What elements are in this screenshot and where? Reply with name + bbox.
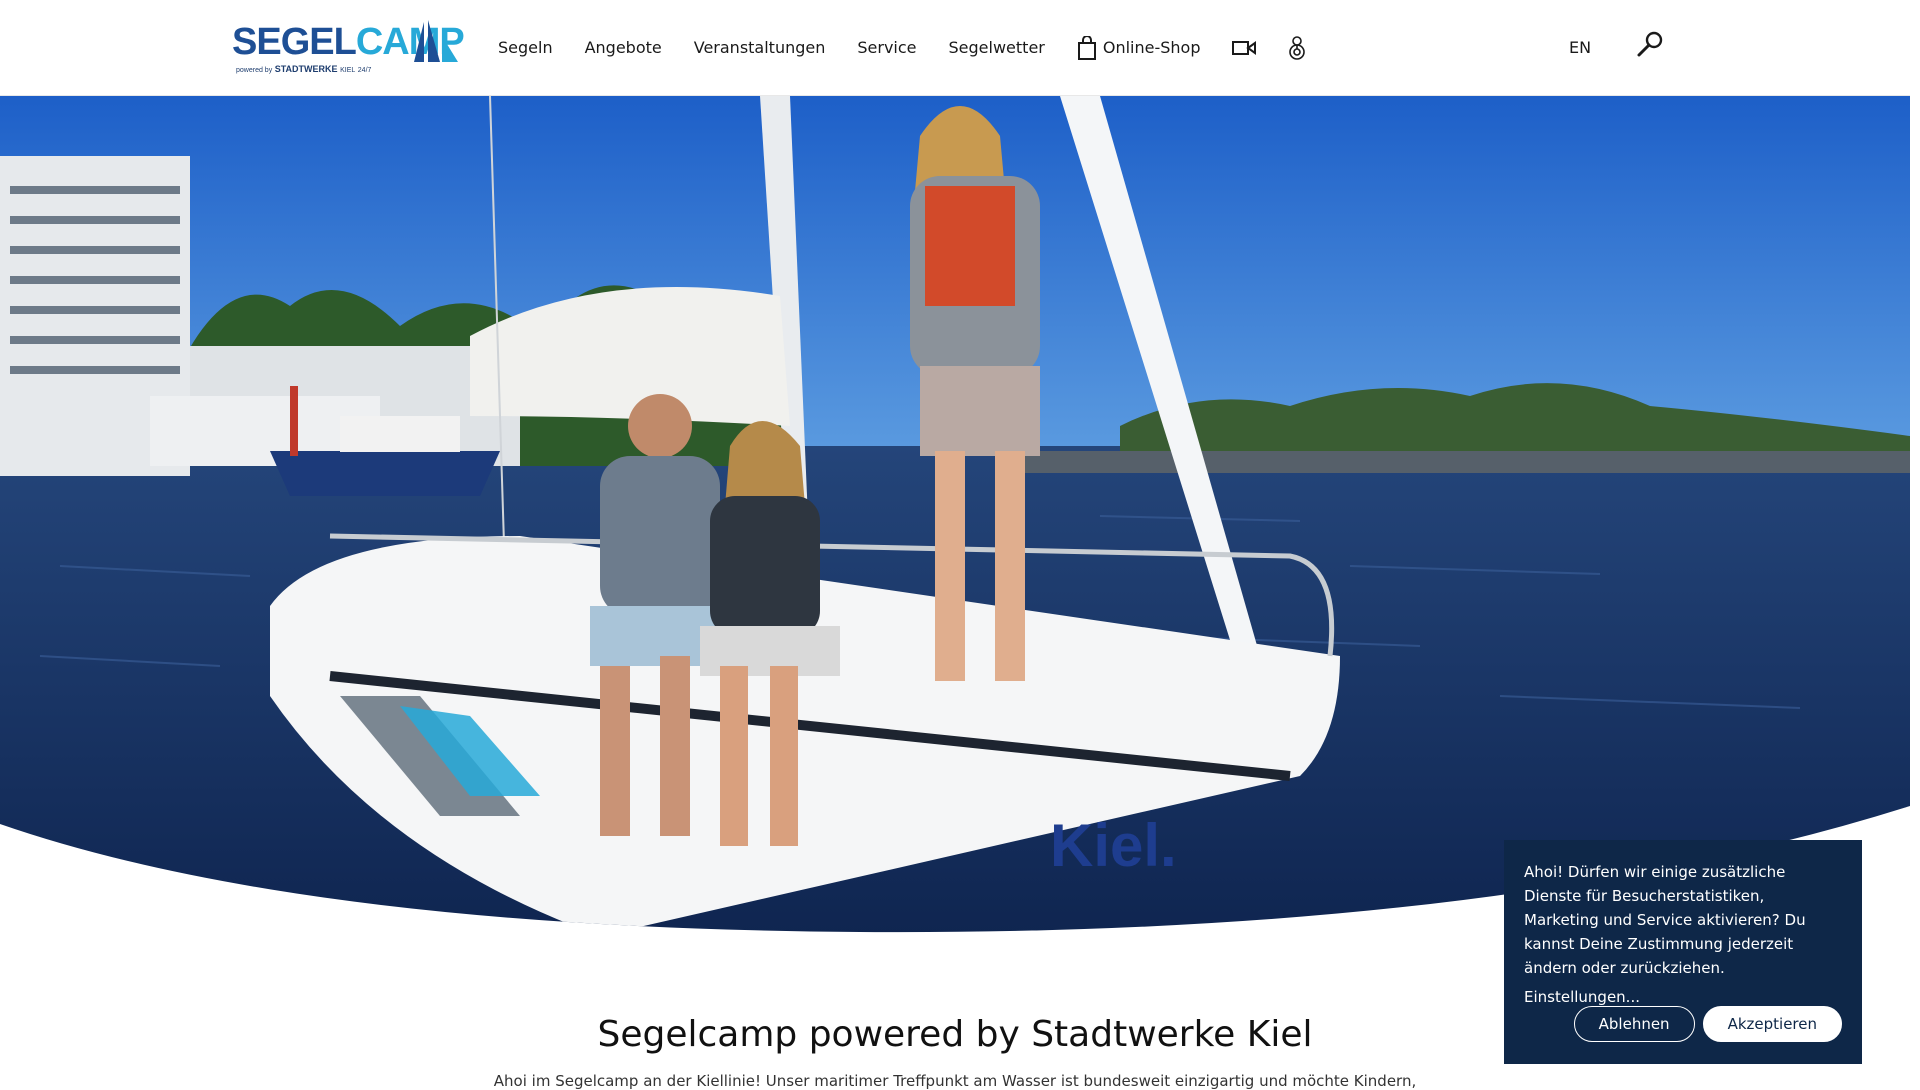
nav-service[interactable]: Service — [857, 38, 916, 57]
account-nav-link[interactable] — [1286, 35, 1308, 61]
cookie-consent-banner: Ahoi! Dürfen wir einige zusätzliche Dien… — [1504, 840, 1862, 1064]
nav-segelwetter[interactable]: Segelwetter — [949, 38, 1045, 57]
logo-sails-icon — [414, 20, 458, 62]
nav-segeln[interactable]: Segeln — [498, 38, 553, 57]
nav-online-shop[interactable]: Online-Shop — [1077, 35, 1201, 60]
boat-lettering: Kiel. — [1050, 812, 1177, 879]
life-buoy-person-icon — [1289, 35, 1306, 60]
logo-powered-by: powered by STADTWERKE KIEL 24/7 — [236, 64, 372, 74]
shopping-bag-icon — [1077, 35, 1096, 60]
video-nav-link[interactable] — [1232, 40, 1257, 56]
search-button[interactable] — [1636, 30, 1664, 62]
hero-image: Kiel. — [0, 96, 1910, 936]
decline-button[interactable]: Ablehnen — [1573, 1006, 1695, 1042]
nav-veranstaltungen[interactable]: Veranstaltungen — [694, 38, 826, 57]
accept-button[interactable]: Akzeptieren — [1702, 1006, 1842, 1042]
sailing-boat-crew-photo: Kiel. — [0, 96, 1910, 933]
video-camera-icon — [1232, 40, 1257, 55]
segelcamp-logo[interactable]: SEGELCAMP powered by STADTWERKE KIEL 24/… — [232, 16, 465, 80]
intro-text: Ahoi im Segelcamp an der Kiellinie! Unse… — [493, 1072, 1417, 1090]
site-header: SEGELCAMP powered by STADTWERKE KIEL 24/… — [0, 0, 1910, 96]
cookie-settings-link[interactable]: Einstellungen... — [1524, 988, 1842, 1006]
language-switch[interactable]: EN — [1569, 38, 1591, 57]
cookie-actions: Ablehnen Akzeptieren — [1573, 1006, 1842, 1042]
cookie-message: Ahoi! Dürfen wir einige zusätzliche Dien… — [1524, 863, 1806, 977]
nav-online-shop-label: Online-Shop — [1102, 38, 1201, 57]
nav-angebote[interactable]: Angebote — [585, 38, 662, 57]
main-nav: Segeln Angebote Veranstaltungen Service … — [498, 0, 1338, 95]
magnifier-icon — [1637, 31, 1663, 57]
